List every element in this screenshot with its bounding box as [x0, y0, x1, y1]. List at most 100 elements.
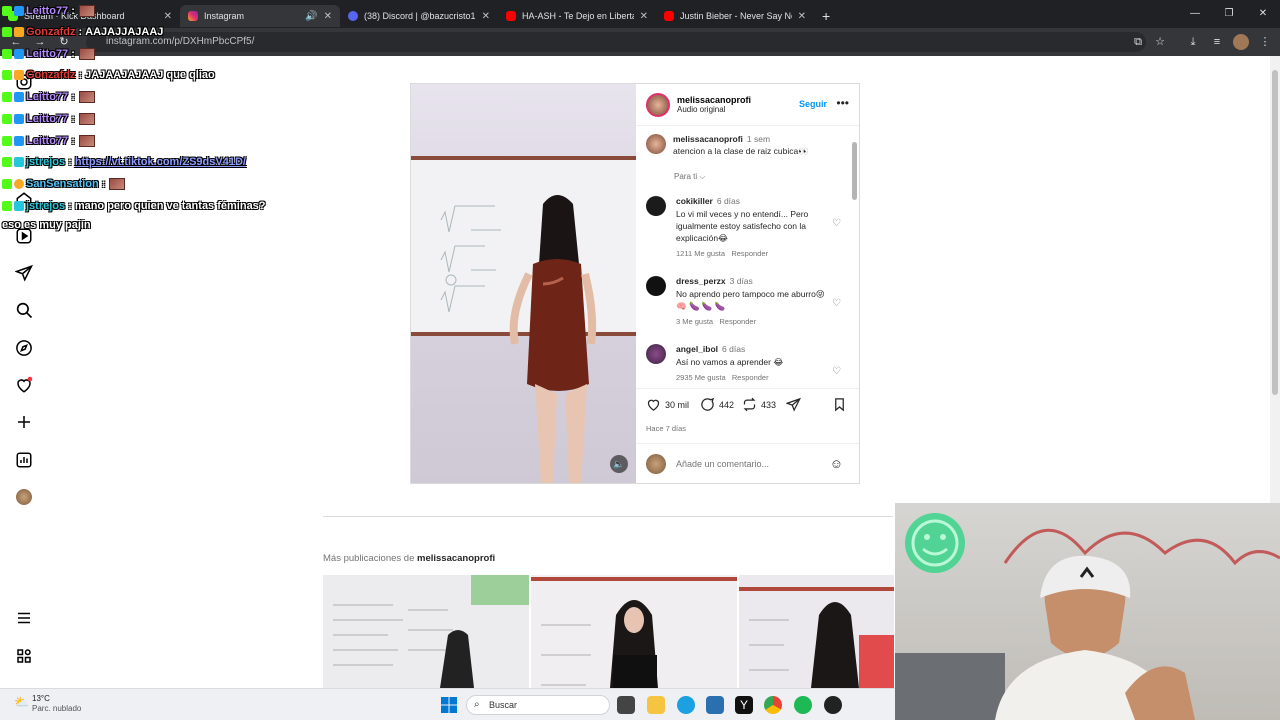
tab-youtube-bieber[interactable]: Justin Bieber - Never Say Never ✕ — [656, 5, 814, 27]
like-comment-heart-icon[interactable]: ♡ — [832, 366, 841, 377]
like-comment-heart-icon[interactable]: ♡ — [832, 298, 841, 309]
commenter-avatar[interactable] — [646, 196, 666, 216]
dashboard-icon[interactable] — [14, 450, 34, 470]
comment-item: cokikiller 6 días Lo vi mil veces y no en… — [646, 196, 841, 258]
kick-badge-icon — [2, 114, 12, 124]
comments-list[interactable]: melissacanoprofi 1 sem atencion a la clas… — [636, 126, 859, 388]
emote-icon — [78, 113, 95, 125]
more-posts-heading: Más publicaciones de melissacanoprofi — [323, 553, 496, 564]
obs-icon[interactable] — [824, 696, 842, 714]
save-button[interactable] — [832, 397, 851, 412]
close-window-button[interactable]: ✕ — [1246, 0, 1280, 28]
search-icon: ⌕ — [474, 699, 480, 710]
post-thumbnail[interactable] — [323, 575, 530, 688]
kick-badge-icon — [2, 49, 12, 59]
chat-message: Leitto77 : — [2, 111, 95, 127]
chrome-icon[interactable] — [764, 696, 782, 714]
sub-badge-icon — [14, 136, 24, 146]
tab-discord[interactable]: (38) Discord | @bazucristo1 ✕ — [340, 5, 498, 27]
like-comment-heart-icon[interactable]: ♡ — [832, 218, 841, 229]
sub-badge-icon — [14, 157, 24, 167]
post-header: melissacanoprofi Audio original Seguir •… — [636, 84, 859, 126]
audio-label[interactable]: Audio original — [677, 105, 751, 114]
profile-avatar-icon[interactable] — [1233, 34, 1249, 50]
tab-instagram[interactable]: Instagram 🔊 ✕ — [180, 5, 340, 27]
emoji-icon[interactable]: ☺ — [830, 456, 843, 471]
share-button[interactable] — [786, 397, 805, 412]
weather-widget[interactable]: ⛅ 13°C Parc. nublado — [14, 694, 81, 714]
author-avatar[interactable] — [646, 134, 666, 154]
comments-scrollbar[interactable] — [852, 132, 857, 387]
kick-badge-icon — [2, 179, 12, 189]
emote-icon — [78, 48, 95, 60]
search-icon[interactable] — [14, 300, 34, 320]
repost-button[interactable]: 433 — [742, 397, 776, 412]
post-thumbnail[interactable] — [738, 575, 894, 688]
close-icon[interactable]: ✕ — [324, 11, 332, 22]
edge-icon[interactable] — [677, 696, 695, 714]
chat-message: Gonzafdz : AAJAJJAJAAJ — [2, 24, 163, 40]
author-username[interactable]: melissacanoprofi — [677, 95, 751, 105]
comment-button[interactable]: 442 — [700, 397, 734, 412]
chat-message: Leitto77 : — [2, 46, 95, 62]
sub-badge-icon — [14, 179, 24, 189]
windows-start-icon[interactable] — [440, 696, 458, 714]
maximize-button[interactable]: ❐ — [1212, 0, 1246, 28]
also-from-meta-icon[interactable] — [14, 646, 34, 666]
partly-cloudy-icon: ⛅ — [14, 695, 29, 709]
more-posts-author-link[interactable]: melissacanoprofi — [417, 553, 495, 564]
more-options-icon[interactable]: ••• — [836, 96, 849, 110]
messages-icon[interactable] — [14, 263, 34, 283]
close-icon[interactable]: ✕ — [640, 11, 648, 22]
store-icon[interactable] — [706, 696, 724, 714]
spotify-icon[interactable] — [794, 696, 812, 714]
share-icon — [786, 397, 801, 412]
add-comment-input[interactable] — [676, 458, 826, 469]
explore-compass-icon[interactable] — [14, 338, 34, 358]
speaker-icon[interactable]: 🔊 — [305, 11, 317, 22]
volume-icon[interactable]: 🔈 — [610, 455, 628, 473]
reply-button[interactable]: Responder — [719, 317, 756, 326]
reply-button[interactable]: Responder — [731, 249, 768, 258]
install-app-icon[interactable]: ⧉ — [1130, 34, 1146, 50]
notifications-heart-icon[interactable] — [14, 375, 34, 395]
yandex-icon[interactable]: Y — [735, 696, 753, 714]
close-icon[interactable]: ✕ — [798, 11, 806, 22]
menu-kebab-icon[interactable]: ⋮ — [1257, 34, 1273, 50]
download-icon[interactable]: ⤓ — [1185, 34, 1201, 50]
post-date: Hace 7 días — [646, 424, 687, 433]
more-menu-icon[interactable] — [14, 608, 34, 628]
new-tab-button[interactable]: + — [814, 5, 844, 27]
profile-avatar-icon[interactable] — [14, 487, 34, 507]
minimize-button[interactable]: — — [1178, 0, 1212, 28]
comment-item: dress_perzx 3 días No aprendo pero tampoc… — [646, 276, 841, 326]
commenter-avatar[interactable] — [646, 344, 666, 364]
chat-message: Gonzafdz : JAJAAJAJAAJ que qliao — [2, 67, 215, 83]
like-button[interactable]: 30 mil — [646, 397, 689, 412]
create-plus-icon[interactable] — [14, 412, 34, 432]
post-video[interactable]: 🔈 — [411, 84, 636, 483]
taskbar-search[interactable]: ⌕ Buscar — [466, 695, 610, 715]
instagram-icon — [188, 11, 198, 21]
chat-message: jstrejos : https://vt.tiktok.com/ZS9dsV41… — [2, 154, 246, 170]
browser-tab-strip: Stream · Kick Dashboard ✕ Instagram 🔊 ✕ … — [0, 0, 1280, 28]
media-control-icon[interactable]: ≡ — [1209, 34, 1225, 50]
close-icon[interactable]: ✕ — [482, 11, 490, 22]
file-explorer-icon[interactable] — [647, 696, 665, 714]
kick-badge-icon — [2, 136, 12, 146]
chat-message: SanSensation : — [2, 176, 126, 192]
address-bar[interactable]: instagram.com/p/DXHmPbcCPf5/ — [86, 32, 1146, 52]
bookmark-star-icon[interactable]: ☆ — [1152, 34, 1168, 50]
youtube-icon — [506, 11, 516, 21]
tab-youtube-ha-ash[interactable]: HA-ASH - Te Dejo en Libertad ( ✕ — [498, 5, 656, 27]
for-you-filter[interactable]: Para ti ⌵ — [674, 172, 835, 182]
close-icon[interactable]: ✕ — [164, 11, 172, 22]
follow-button[interactable]: Seguir — [799, 99, 827, 109]
task-view-icon[interactable] — [617, 696, 635, 714]
commenter-avatar[interactable] — [646, 276, 666, 296]
sub-badge-icon — [14, 49, 24, 59]
post-thumbnail[interactable] — [531, 575, 737, 688]
chat-message: Leitto77 : — [2, 3, 95, 19]
author-avatar[interactable] — [646, 92, 670, 117]
reply-button[interactable]: Responder — [732, 373, 769, 382]
